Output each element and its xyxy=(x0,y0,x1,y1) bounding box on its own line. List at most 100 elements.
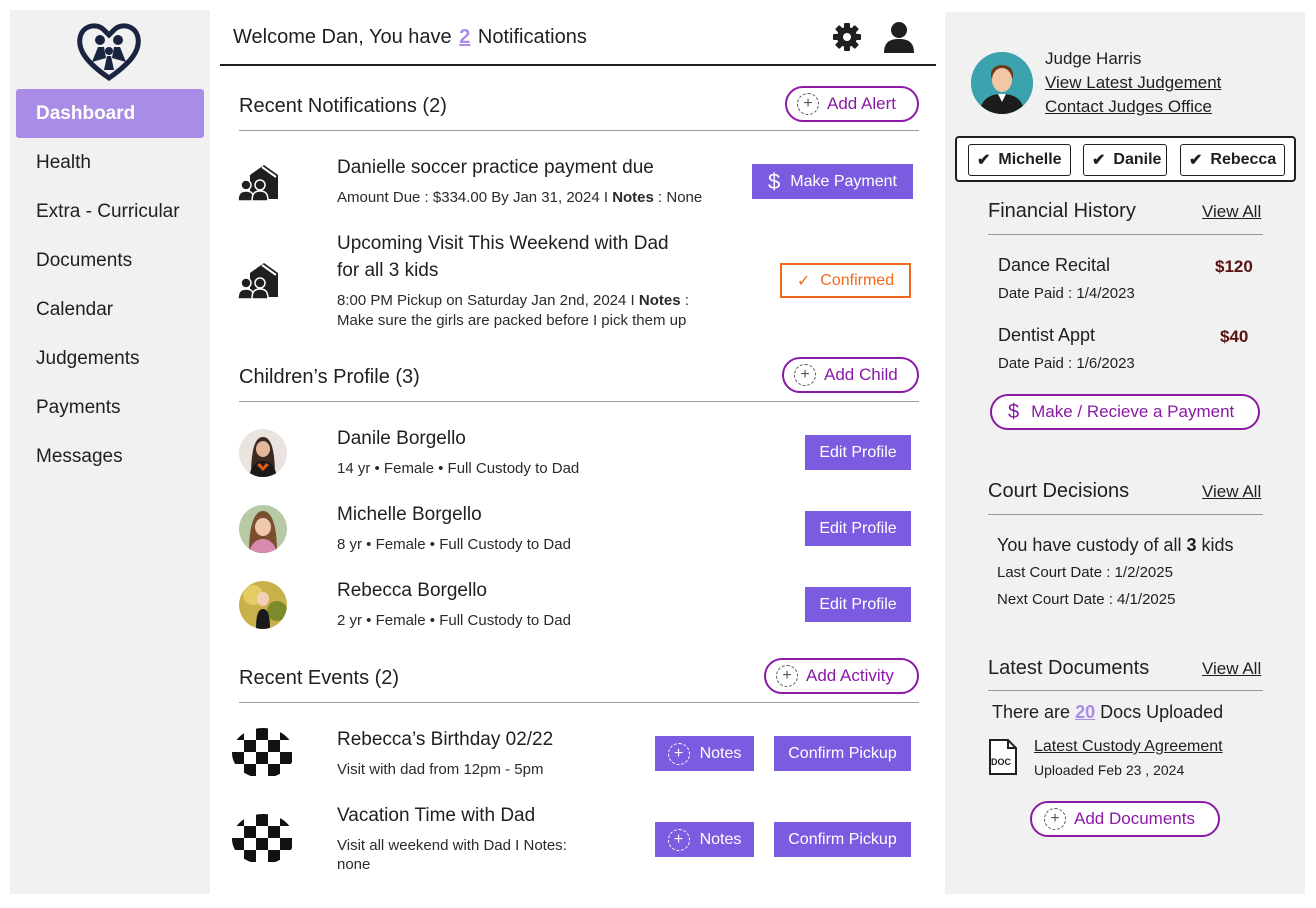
edit-profile-button[interactable]: Edit Profile xyxy=(805,511,911,546)
pickup-time: 8:00 PM Pickup on Saturday Jan 2nd, 2024… xyxy=(337,292,639,309)
notification-title-line2: for all 3 kids xyxy=(337,260,439,281)
notification-details: Amount Due : $334.00 By Jan 31, 2024 I N… xyxy=(337,188,702,208)
documents-view-all-link[interactable]: View All xyxy=(1202,659,1261,679)
financial-view-all-link[interactable]: View All xyxy=(1202,202,1261,222)
child-name: Danile Borgello xyxy=(337,428,466,449)
child-name: Rebecca Borgello xyxy=(337,580,487,601)
judge-avatar xyxy=(971,52,1033,114)
view-latest-judgement-link[interactable]: View Latest Judgement xyxy=(1045,73,1221,93)
welcome-message: Welcome Dan, You have 2 Notifications xyxy=(233,26,587,49)
kid-filter-michelle[interactable]: ✔ Michelle xyxy=(968,144,1071,176)
sidebar-item-messages[interactable]: Messages xyxy=(16,432,204,481)
add-child-label: Add Child xyxy=(824,365,898,384)
document-icon: DOC xyxy=(988,738,1018,776)
divider xyxy=(239,401,919,402)
docs-count-summary: There are 20 Docs Uploaded xyxy=(992,702,1223,723)
payment-amount: $120 xyxy=(1215,257,1253,276)
notifications-title: Recent Notifications (2) xyxy=(239,95,447,117)
sidebar-item-documents[interactable]: Documents xyxy=(16,236,204,285)
court-decisions-title: Court Decisions xyxy=(988,480,1130,502)
docs-count-prefix: There are xyxy=(992,702,1071,722)
kid-filter-danile[interactable]: ✔ Danile xyxy=(1083,144,1167,176)
family-heart-logo xyxy=(77,23,141,82)
gear-icon[interactable] xyxy=(832,22,862,52)
child-details: 14 yr • Female • Full Custody to Dad xyxy=(337,460,580,477)
make-payment-button[interactable]: $ Make Payment xyxy=(752,164,913,199)
notes-label: Notes xyxy=(638,292,681,309)
checkered-event-icon xyxy=(232,814,292,862)
make-receive-payment-button[interactable]: $ Make / Recieve a Payment xyxy=(990,394,1260,430)
welcome-prefix: Welcome Dan, You have xyxy=(233,26,452,48)
event-title: Vacation Time with Dad xyxy=(337,805,536,826)
divider xyxy=(239,130,919,131)
edit-profile-button[interactable]: Edit Profile xyxy=(805,587,911,622)
divider xyxy=(988,690,1263,691)
confirm-pickup-button[interactable]: Confirm Pickup xyxy=(774,822,911,857)
divider xyxy=(988,514,1263,515)
sidebar-item-calendar[interactable]: Calendar xyxy=(16,285,204,334)
custody-prefix: You have custody of all xyxy=(997,535,1182,555)
events-title: Recent Events (2) xyxy=(239,667,400,689)
sidebar-item-dashboard[interactable]: Dashboard xyxy=(16,89,204,138)
plus-icon: + xyxy=(797,93,819,115)
plus-icon: + xyxy=(794,364,816,386)
divider xyxy=(988,234,1263,235)
event-title: Rebecca’s Birthday 02/22 xyxy=(337,729,554,750)
event-details: Visit with dad from 12pm - 5pm xyxy=(337,761,544,778)
notification-amount: Amount Due : $334.00 By Jan 31, 2024 I xyxy=(337,189,613,206)
payment-amount: $40 xyxy=(1220,327,1249,346)
custody-suffix: kids xyxy=(1201,535,1234,555)
edit-profile-button[interactable]: Edit Profile xyxy=(805,435,911,470)
add-documents-label: Add Documents xyxy=(1074,809,1195,828)
confirm-pickup-button[interactable]: Confirm Pickup xyxy=(774,736,911,771)
sidebar-item-payments[interactable]: Payments xyxy=(16,383,204,432)
make-payment-label: Make Payment xyxy=(790,172,897,190)
payment-date: Date Paid : 1/4/2023 xyxy=(998,285,1135,302)
court-view-all-link[interactable]: View All xyxy=(1202,482,1261,502)
user-profile-icon[interactable] xyxy=(882,20,916,54)
child-avatar xyxy=(239,581,287,629)
add-alert-label: Add Alert xyxy=(827,94,896,113)
sidebar-item-extra-curricular[interactable]: Extra - Curricular xyxy=(16,187,204,236)
add-child-button[interactable]: + Add Child xyxy=(782,357,919,393)
plus-icon: + xyxy=(776,665,798,687)
check-icon: ✓ xyxy=(796,272,811,290)
children-title: Children’s Profile (3) xyxy=(239,366,420,388)
kid-filter-label: Rebecca xyxy=(1210,151,1277,168)
docs-count-suffix: Docs Uploaded xyxy=(1100,702,1224,722)
docs-count-link[interactable]: 20 xyxy=(1075,702,1095,722)
event-details: Visit all weekend with Dad I Notes: xyxy=(337,837,567,854)
notes-button-label: Notes xyxy=(699,830,742,848)
latest-documents-title: Latest Documents xyxy=(988,657,1150,679)
payment-title: Dentist Appt xyxy=(998,325,1096,345)
notes-button[interactable]: + Notes xyxy=(655,822,754,857)
custody-summary: You have custody of all 3 kids xyxy=(997,535,1234,556)
last-court-date: Last Court Date : 1/2/2025 xyxy=(997,564,1173,581)
latest-custody-agreement-link[interactable]: Latest Custody Agreement xyxy=(1034,738,1223,756)
add-activity-button[interactable]: + Add Activity xyxy=(764,658,919,694)
top-header: Welcome Dan, You have 2 Notifications xyxy=(220,10,936,66)
kid-filter-label: Danile xyxy=(1113,151,1162,168)
custody-count: 3 xyxy=(1186,535,1197,555)
confirmed-button[interactable]: ✓ Confirmed xyxy=(780,263,911,298)
add-documents-button[interactable]: + Add Documents xyxy=(1030,801,1220,837)
next-court-date: Next Court Date : 4/1/2025 xyxy=(997,591,1176,608)
make-receive-payment-label: Make / Recieve a Payment xyxy=(1031,402,1235,421)
notification-title: Upcoming Visit This Weekend with Dad xyxy=(337,233,669,254)
notes-button[interactable]: + Notes xyxy=(655,736,754,771)
notification-count-link[interactable]: 2 xyxy=(459,26,470,48)
contact-judges-office-link[interactable]: Contact Judges Office xyxy=(1045,97,1212,117)
notification-title: Danielle soccer practice payment due xyxy=(337,157,654,178)
sidebar-item-judgements[interactable]: Judgements xyxy=(16,334,204,383)
plus-icon: + xyxy=(667,742,690,765)
welcome-suffix: Notifications xyxy=(477,26,587,48)
plus-icon: + xyxy=(1044,808,1066,830)
kid-filter-rebecca[interactable]: ✔ Rebecca xyxy=(1180,144,1285,176)
sidebar-item-health[interactable]: Health xyxy=(16,138,204,187)
add-alert-button[interactable]: + Add Alert xyxy=(785,86,919,122)
doc-badge: DOC xyxy=(991,757,1011,767)
child-avatar xyxy=(239,429,287,477)
notes-colon: : xyxy=(680,292,689,309)
confirmed-label: Confirmed xyxy=(820,271,895,289)
checkmark-icon: ✔ xyxy=(1189,152,1203,169)
